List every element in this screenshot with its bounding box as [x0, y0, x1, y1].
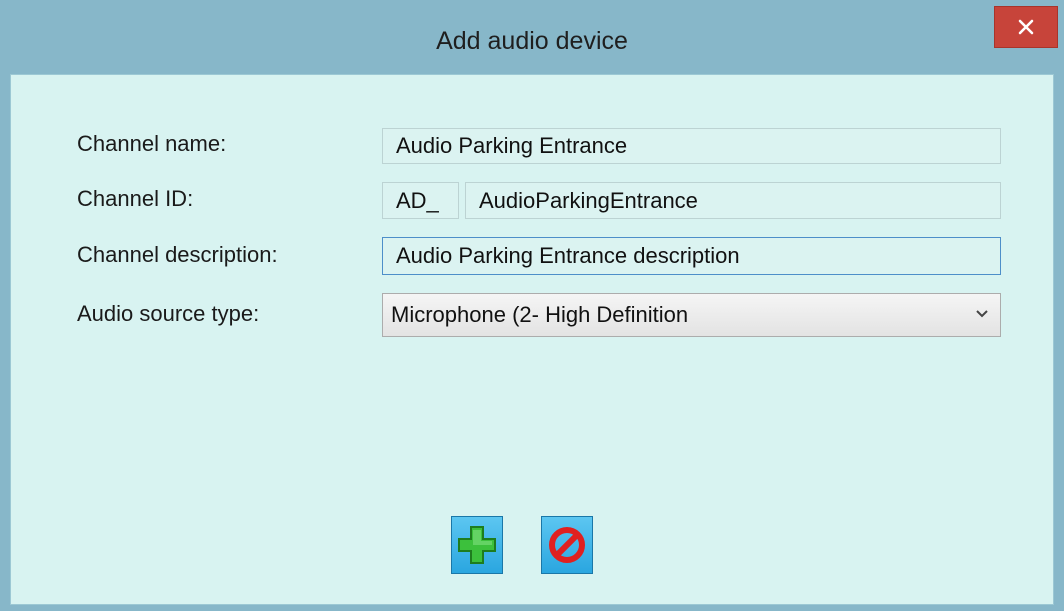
dialog-title: Add audio device	[436, 27, 628, 55]
cancel-button[interactable]	[541, 516, 593, 574]
audio-source-type-value: Microphone (2- High Definition	[391, 302, 689, 327]
channel-id-prefix: AD_	[382, 182, 459, 219]
channel-name-input[interactable]: Audio Parking Entrance	[382, 128, 1001, 164]
close-icon	[1018, 19, 1034, 35]
add-audio-device-dialog: Add audio device Channel name: Audio Par…	[0, 0, 1064, 611]
audio-source-type-label: Audio source type:	[77, 301, 260, 326]
plus-icon	[458, 526, 496, 564]
close-button[interactable]	[994, 6, 1058, 48]
channel-description-label: Channel description:	[77, 242, 278, 267]
title-bar[interactable]: Add audio device	[0, 0, 1064, 74]
channel-name-label: Channel name:	[77, 131, 227, 156]
channel-description-input[interactable]: Audio Parking Entrance description	[382, 237, 1001, 275]
audio-source-type-select[interactable]: Microphone (2- High Definition	[382, 293, 1001, 337]
channel-id-label: Channel ID:	[77, 186, 194, 211]
channel-id-input[interactable]: AudioParkingEntrance	[465, 182, 1001, 219]
chevron-down-icon	[976, 310, 988, 318]
dialog-body: Channel name: Audio Parking Entrance Cha…	[10, 74, 1054, 605]
prohibited-icon	[549, 527, 585, 563]
add-button[interactable]	[451, 516, 503, 574]
